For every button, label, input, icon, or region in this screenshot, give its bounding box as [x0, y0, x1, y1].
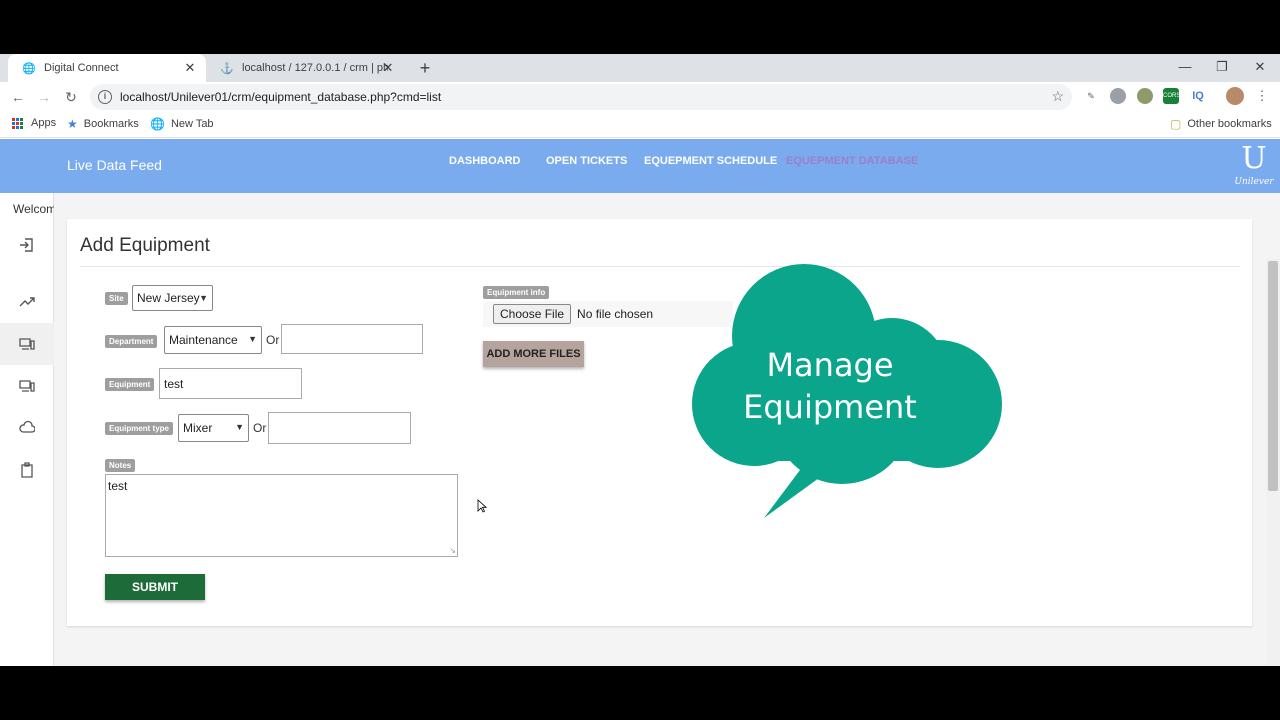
mouse-cursor-icon — [477, 499, 487, 513]
bookmark-apps[interactable]: Apps — [12, 117, 56, 129]
scrollbar-thumb[interactable] — [1268, 261, 1278, 491]
video-letterbox-top — [0, 0, 1280, 54]
clipboard-icon[interactable] — [0, 449, 54, 491]
page-content: Live Data Feed DASHBOARD OPEN TICKETS EQ… — [0, 139, 1280, 666]
back-icon[interactable]: ← — [8, 87, 28, 107]
site-label: Site — [105, 292, 128, 305]
bookmark-other[interactable]: ▢ Other bookmarks — [1170, 117, 1272, 131]
nav-equipment-schedule[interactable]: EQUEPMENT SCHEDULE — [644, 155, 777, 167]
info-icon[interactable]: i — [98, 90, 112, 104]
equipment-type-other-input[interactable] — [268, 412, 411, 444]
sidebar — [0, 193, 54, 666]
choose-file-button[interactable]: Choose File — [493, 304, 572, 324]
url-text: localhost/Unilever01/crm/equipment_datab… — [120, 90, 442, 104]
bookmark-label: New Tab — [170, 118, 214, 130]
notes-textarea[interactable]: test ↘ — [105, 474, 458, 557]
trending-icon[interactable] — [0, 281, 54, 323]
browser-window: 🌐 Digital Connect ✕ ⚓ localhost / 127.0.… — [0, 54, 1280, 666]
extension-icon[interactable] — [1110, 88, 1126, 104]
iq-icon[interactable]: IQ — [1190, 88, 1206, 104]
tab-close-icon[interactable]: ✕ — [380, 60, 396, 76]
equipment-type-select-value: Mixer — [183, 421, 213, 435]
restore-icon[interactable]: ❐ — [1212, 57, 1232, 77]
chevron-down-icon: ▼ — [199, 293, 208, 303]
menu-icon[interactable]: ⋮ — [1254, 88, 1270, 104]
unilever-logo: U Unilever — [1232, 141, 1276, 191]
forward-icon[interactable]: → — [34, 87, 54, 107]
bookmarks-bar: Apps ★ Bookmarks 🌐 New Tab ▢ Other bookm… — [0, 112, 1280, 138]
equipment-type-label: Equipment type — [105, 422, 174, 435]
page-scrollbar[interactable] — [1266, 259, 1280, 666]
star-icon: ★ — [67, 117, 78, 131]
extension-icon[interactable] — [1137, 88, 1153, 104]
bookmark-star-icon[interactable]: ☆ — [1051, 88, 1064, 105]
nav-equipment-database[interactable]: EQUEPMENT DATABASE — [786, 155, 918, 167]
nav-open-tickets[interactable]: OPEN TICKETS — [546, 155, 627, 167]
add-equipment-card: Add Equipment Site New Jersey ▼ Departme… — [67, 219, 1252, 626]
logo-wordmark: Unilever — [1234, 177, 1274, 187]
new-tab-button[interactable]: + — [414, 57, 436, 79]
no-file-text: No file chosen — [577, 307, 654, 321]
resize-grip-icon[interactable]: ↘ — [449, 546, 456, 555]
equipment-type-select[interactable]: Mixer ▼ — [178, 414, 249, 442]
tab-digital-connect[interactable]: 🌐 Digital Connect ✕ — [8, 54, 206, 82]
divider — [80, 266, 1240, 267]
tab-title: Digital Connect — [44, 62, 119, 74]
department-select-value: Maintenance — [169, 333, 238, 347]
login-icon[interactable] — [0, 224, 54, 266]
bookmark-label: Apps — [31, 117, 57, 129]
brand-title[interactable]: Live Data Feed — [67, 157, 162, 173]
bookmark-bookmarks[interactable]: ★ Bookmarks — [67, 117, 139, 131]
overlay-line-1: Manage — [766, 346, 894, 384]
overlay-caption: Manage Equipment — [700, 344, 960, 428]
equipment-info-label: Equipment info — [483, 286, 550, 299]
apps-icon — [12, 117, 23, 129]
or-label: Or — [266, 333, 280, 347]
minimize-icon[interactable]: — — [1175, 57, 1195, 77]
site-select-value: New Jersey — [137, 291, 200, 305]
globe-icon: 🌐 — [22, 62, 36, 75]
bookmark-newtab[interactable]: 🌐 New Tab — [150, 117, 214, 131]
page-title: Add Equipment — [80, 235, 210, 256]
logo-mark: U — [1241, 141, 1267, 176]
department-other-input[interactable] — [281, 324, 423, 354]
cloud-icon[interactable] — [0, 407, 54, 449]
submit-button[interactable]: SUBMIT — [105, 574, 205, 600]
welcome-text: Welcome — [13, 202, 54, 216]
globe-icon: 🌐 — [150, 117, 165, 131]
devices-icon[interactable] — [0, 323, 54, 365]
cors-icon[interactable]: CORS — [1163, 88, 1180, 104]
profile-avatar[interactable] — [1226, 87, 1244, 105]
color-picker-icon[interactable]: ✎ — [1083, 88, 1099, 104]
chevron-down-icon: ▼ — [235, 422, 244, 432]
address-bar[interactable]: i localhost/Unilever01/crm/equipment_dat… — [90, 84, 1072, 110]
equipment-label: Equipment — [105, 378, 155, 391]
chevron-down-icon: ▼ — [248, 334, 257, 344]
add-more-files-button[interactable]: ADD MORE FILES — [483, 341, 584, 367]
tab-title: localhost / 127.0.0.1 / crm | php — [242, 62, 388, 74]
notes-label: Notes — [105, 459, 136, 472]
devices-icon[interactable] — [0, 365, 54, 407]
close-window-icon[interactable]: ✕ — [1250, 57, 1270, 77]
site-select[interactable]: New Jersey ▼ — [132, 285, 213, 311]
bookmark-label: Bookmarks — [83, 118, 139, 130]
tab-strip: 🌐 Digital Connect ✕ ⚓ localhost / 127.0.… — [0, 54, 1280, 82]
nav-dashboard[interactable]: DASHBOARD — [449, 155, 521, 167]
phpmyadmin-icon: ⚓ — [220, 62, 234, 75]
folder-icon: ▢ — [1170, 117, 1182, 131]
department-select[interactable]: Maintenance ▼ — [164, 326, 262, 354]
tab-phpmyadmin[interactable]: ⚓ localhost / 127.0.0.1 / crm | php ✕ — [206, 54, 404, 82]
or-label: Or — [253, 421, 267, 435]
department-label: Department — [105, 335, 158, 348]
equipment-input[interactable]: test — [159, 368, 302, 399]
site-header: Live Data Feed DASHBOARD OPEN TICKETS EQ… — [0, 139, 1280, 193]
bookmark-label: Other bookmarks — [1187, 118, 1272, 130]
tab-close-icon[interactable]: ✕ — [182, 60, 198, 76]
overlay-line-2: Equipment — [743, 388, 917, 426]
video-letterbox-bottom — [0, 666, 1280, 720]
browser-toolbar: ← → ↻ i localhost/Unilever01/crm/equipme… — [0, 82, 1280, 112]
notes-value: test — [108, 479, 128, 493]
reload-icon[interactable]: ↻ — [61, 87, 81, 107]
